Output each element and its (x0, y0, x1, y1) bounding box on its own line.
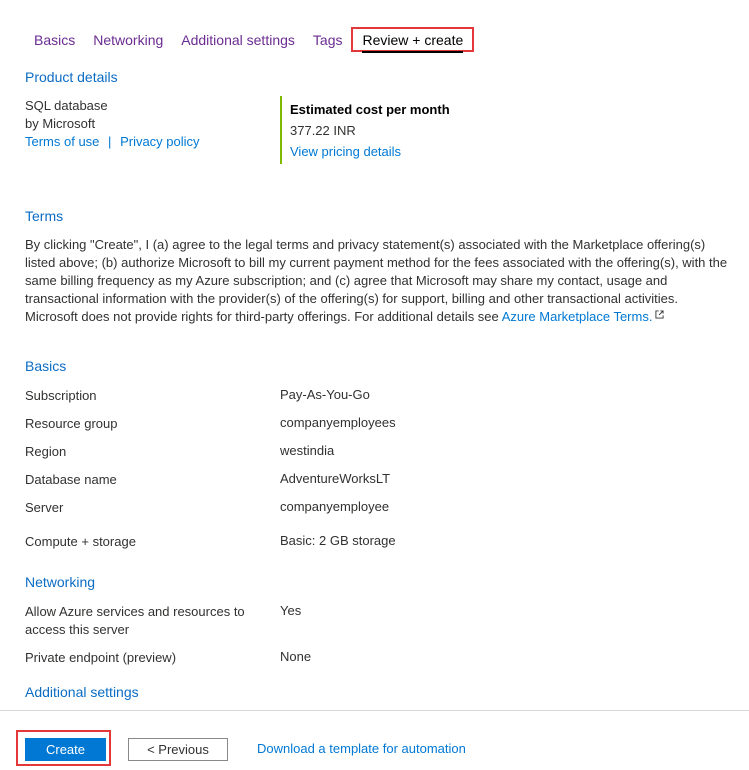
marketplace-terms-link[interactable]: Azure Marketplace Terms. (502, 309, 653, 324)
product-name: SQL database (25, 98, 108, 113)
basics-heading: Basics (25, 358, 67, 374)
basics-value: AdventureWorksLT (280, 471, 391, 486)
create-button[interactable]: Create (25, 738, 106, 761)
basics-value: companyemployee (280, 499, 390, 514)
download-template-link[interactable]: Download a template for automation (257, 741, 466, 756)
product-details-heading: Product details (25, 69, 118, 85)
link-separator: | (108, 134, 112, 149)
basics-key: Region (25, 444, 67, 459)
cost-title: Estimated cost per month (290, 102, 450, 117)
tab-review-create-label: Review + create (362, 32, 464, 53)
tab-additional-settings[interactable]: Additional settings (172, 26, 304, 56)
wizard-tabs: Basics Networking Additional settings Ta… (25, 26, 475, 56)
tab-networking[interactable]: Networking (84, 26, 172, 56)
tab-tags[interactable]: Tags (304, 26, 352, 56)
basics-key: Database name (25, 472, 117, 487)
networking-key: Private endpoint (preview) (25, 650, 177, 665)
footer-divider (0, 710, 749, 711)
terms-text: By clicking "Create", I (a) agree to the… (25, 236, 730, 326)
cost-value: 377.22 INR (290, 123, 356, 138)
basics-value: Basic: 2 GB storage (280, 533, 396, 548)
terms-heading: Terms (25, 208, 64, 224)
tab-basics[interactable]: Basics (25, 26, 84, 56)
networking-value: None (280, 649, 312, 664)
basics-value: westindia (280, 443, 335, 458)
basics-key: Subscription (25, 388, 97, 403)
basics-key: Resource group (25, 416, 118, 431)
product-publisher: by Microsoft (25, 116, 96, 131)
terms-of-use-link[interactable]: Terms of use (25, 134, 99, 149)
basics-value: companyemployees (280, 415, 396, 430)
external-link-icon[interactable] (655, 310, 665, 319)
basics-value: Pay-As-You-Go (280, 387, 370, 402)
networking-heading: Networking (25, 574, 96, 590)
cost-estimate-panel: Estimated cost per month 377.22 INR View… (280, 96, 450, 164)
product-links: Terms of use | Privacy policy (25, 134, 200, 149)
basics-key: Server (25, 500, 64, 515)
privacy-policy-link[interactable]: Privacy policy (120, 134, 199, 149)
networking-key: Allow Azure services and resources to ac… (25, 604, 245, 637)
basics-key: Compute + storage (25, 534, 136, 549)
view-pricing-link[interactable]: View pricing details (290, 144, 450, 159)
additional-settings-heading: Additional settings (25, 684, 139, 700)
previous-button[interactable]: < Previous (128, 738, 228, 761)
networking-value: Yes (280, 603, 302, 618)
tab-review-create[interactable]: Review + create (351, 27, 475, 53)
